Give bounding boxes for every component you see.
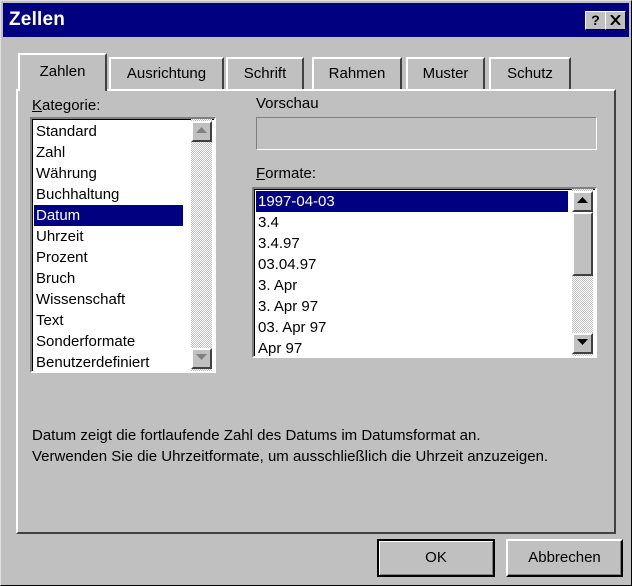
arrow-down-icon <box>196 354 207 360</box>
list-item[interactable]: Prozent <box>34 247 88 268</box>
kategorie-listbox[interactable]: Standard Zahl Währung Buchhaltung Datum … <box>30 117 216 373</box>
tab-schutz-label: Schutz <box>507 65 553 82</box>
list-item[interactable]: Zahl <box>34 142 65 163</box>
list-item[interactable]: Währung <box>34 163 97 184</box>
list-item[interactable]: Buchhaltung <box>34 184 119 205</box>
kategorie-label-rest: ategorie: <box>42 97 101 114</box>
tab-rahmen-label: Rahmen <box>328 65 386 82</box>
ok-button-label: OK <box>425 549 447 566</box>
arrow-up-icon <box>577 197 588 203</box>
list-item[interactable]: Standard <box>34 121 97 142</box>
formate-scroll-up-button[interactable] <box>572 191 593 212</box>
list-item[interactable]: 03. Apr 97 <box>256 317 326 338</box>
formate-listbox[interactable]: 1997-04-03 3.4 3.4.97 03.04.97 3. Apr 3.… <box>252 187 597 358</box>
tab-schrift[interactable]: Schrift <box>226 57 304 89</box>
list-item[interactable]: 3.4.97 <box>256 233 300 254</box>
formate-scroll-down-button[interactable] <box>572 333 593 354</box>
tab-ausrichtung[interactable]: Ausrichtung <box>109 57 224 89</box>
list-item[interactable]: Text <box>34 310 64 331</box>
tab-ausrichtung-label: Ausrichtung <box>126 65 207 82</box>
formate-accel: F <box>256 165 266 182</box>
tab-zahlen[interactable]: Zahlen <box>18 53 107 91</box>
list-item[interactable]: 3.4 <box>256 212 279 233</box>
list-item[interactable]: Bruch <box>34 268 75 289</box>
formate-label: Formate: <box>256 165 316 182</box>
list-item[interactable]: 3. Apr 97 <box>256 296 318 317</box>
ok-button[interactable]: OK <box>377 539 495 577</box>
kategorie-accel: K <box>32 97 43 114</box>
arrow-up-icon <box>196 127 207 133</box>
close-icon <box>610 15 621 25</box>
description-line-2: Verwenden Sie die Uhrzeitformate, um aus… <box>32 448 549 465</box>
active-tab-joint <box>20 87 105 91</box>
cancel-button[interactable]: Abbrechen <box>506 539 623 577</box>
kategorie-label: Kategorie: <box>32 97 100 114</box>
arrow-down-icon <box>577 339 588 345</box>
kategorie-scrollbar[interactable] <box>191 119 212 371</box>
tab-rahmen[interactable]: Rahmen <box>312 57 402 89</box>
list-item[interactable]: Sonderformate <box>34 331 135 352</box>
title-bar[interactable]: Zellen ? <box>3 3 629 37</box>
tab-muster[interactable]: Muster <box>406 57 485 89</box>
tab-zahlen-label: Zahlen <box>39 63 86 80</box>
list-item[interactable]: Benutzerdefiniert <box>34 352 149 373</box>
format-description: Datum zeigt die fortlaufende Zahl des Da… <box>32 425 612 467</box>
format-cells-dialog: Zellen ? Zahlen Ausrichtung Schrift Rahm… <box>0 0 632 586</box>
formate-label-rest: ormate: <box>265 165 317 182</box>
list-item[interactable]: 03.04.97 <box>256 254 316 275</box>
list-item[interactable]: Apr 97 <box>256 338 302 359</box>
kategorie-scroll-up-button[interactable] <box>191 121 212 142</box>
tab-schutz[interactable]: Schutz <box>489 57 571 89</box>
list-item[interactable]: 3. Apr <box>256 275 297 296</box>
list-item[interactable]: Uhrzeit <box>34 226 84 247</box>
cancel-button-label: Abbrechen <box>528 549 601 566</box>
window-title: Zellen <box>9 9 66 30</box>
formate-scrollbar[interactable] <box>572 189 593 356</box>
vorschau-label: Vorschau <box>255 95 320 112</box>
tab-muster-label: Muster <box>422 65 469 82</box>
kategorie-scroll-down-button[interactable] <box>191 348 212 369</box>
close-button[interactable] <box>605 11 626 30</box>
help-button[interactable]: ? <box>585 11 606 30</box>
tab-schrift-label: Schrift <box>243 65 287 82</box>
formate-scroll-thumb[interactable] <box>572 212 593 276</box>
list-item[interactable]: Wissenschaft <box>34 289 125 310</box>
description-line-1: Datum zeigt die fortlaufende Zahl des Da… <box>32 427 481 444</box>
vorschau-box <box>256 117 597 150</box>
list-item-selected[interactable]: Datum <box>34 205 183 226</box>
list-item-selected[interactable]: 1997-04-03 <box>256 191 568 212</box>
